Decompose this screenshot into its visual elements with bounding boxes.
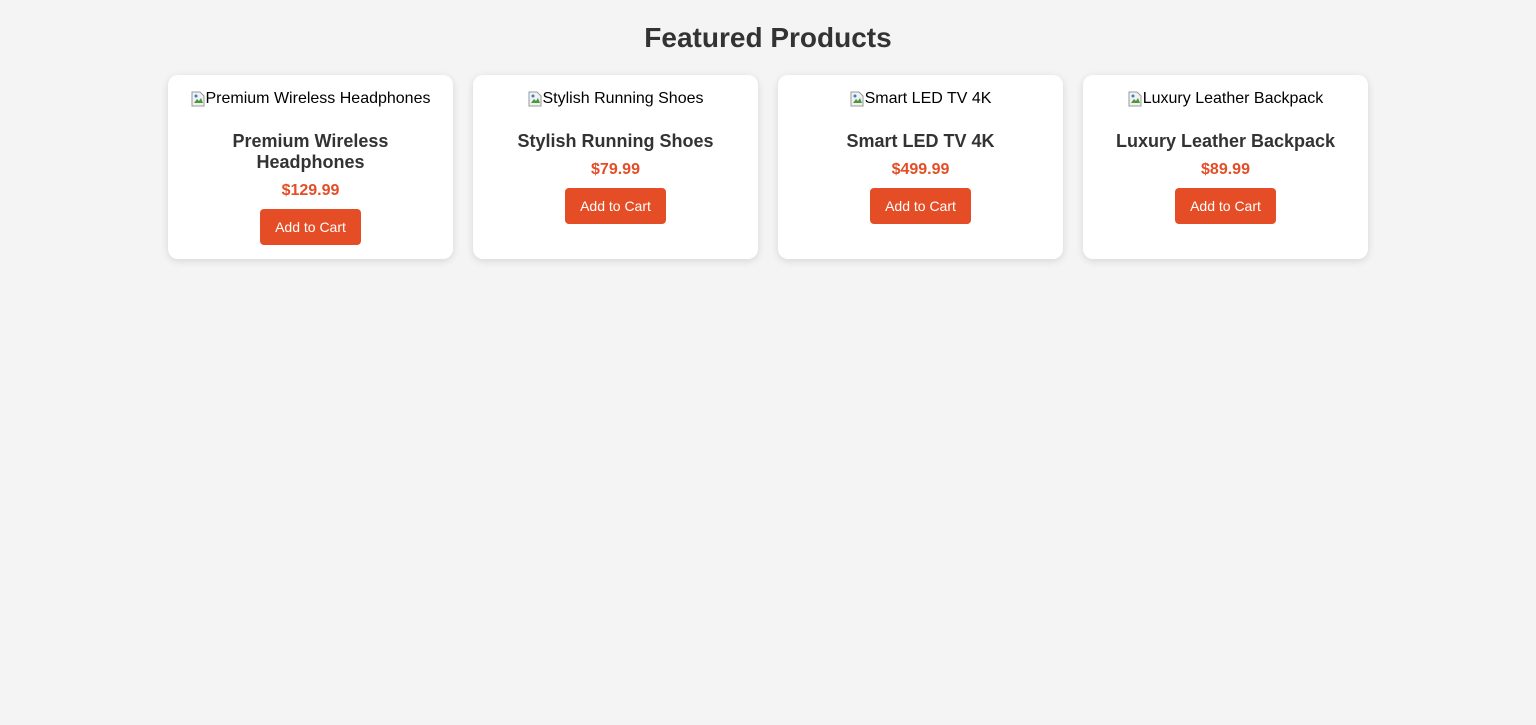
product-card: Smart LED TV 4K Smart LED TV 4K $499.99 … [778, 75, 1063, 259]
product-grid: Premium Wireless Headphones Premium Wire… [168, 75, 1368, 259]
product-image: Luxury Leather Backpack [1128, 89, 1324, 108]
product-price: $129.99 [281, 181, 340, 199]
product-image: Premium Wireless Headphones [191, 89, 431, 108]
product-image-alt-text: Luxury Leather Backpack [1142, 90, 1324, 107]
product-image-alt-text: Premium Wireless Headphones [205, 90, 431, 107]
product-image-alt-text: Smart LED TV 4K [864, 90, 992, 107]
page-title: Featured Products [644, 22, 892, 53]
product-name: Premium Wireless Headphones [232, 130, 389, 172]
product-name: Luxury Leather Backpack [1115, 130, 1336, 151]
product-image: Stylish Running Shoes [528, 89, 704, 108]
broken-image-icon [528, 91, 542, 107]
page: Featured Products Premium Wireless Headp… [0, 0, 1536, 725]
product-card: Luxury Leather Backpack Luxury Leather B… [1083, 75, 1368, 259]
product-image: Smart LED TV 4K [850, 89, 992, 108]
add-to-cart-button[interactable]: Add to Cart [1175, 187, 1276, 224]
product-name: Smart LED TV 4K [846, 130, 995, 151]
broken-image-icon [1128, 91, 1142, 107]
product-image-alt-text: Stylish Running Shoes [542, 90, 704, 107]
broken-image-icon [850, 91, 864, 107]
add-to-cart-button[interactable]: Add to Cart [260, 208, 361, 245]
product-price: $79.99 [591, 160, 640, 178]
product-price: $499.99 [891, 160, 950, 178]
product-name: Stylish Running Shoes [517, 130, 714, 151]
add-to-cart-button[interactable]: Add to Cart [870, 187, 971, 224]
product-card: Stylish Running Shoes Stylish Running Sh… [473, 75, 758, 259]
product-card: Premium Wireless Headphones Premium Wire… [168, 75, 453, 259]
broken-image-icon [191, 91, 205, 107]
add-to-cart-button[interactable]: Add to Cart [565, 187, 666, 224]
product-price: $89.99 [1201, 160, 1250, 178]
